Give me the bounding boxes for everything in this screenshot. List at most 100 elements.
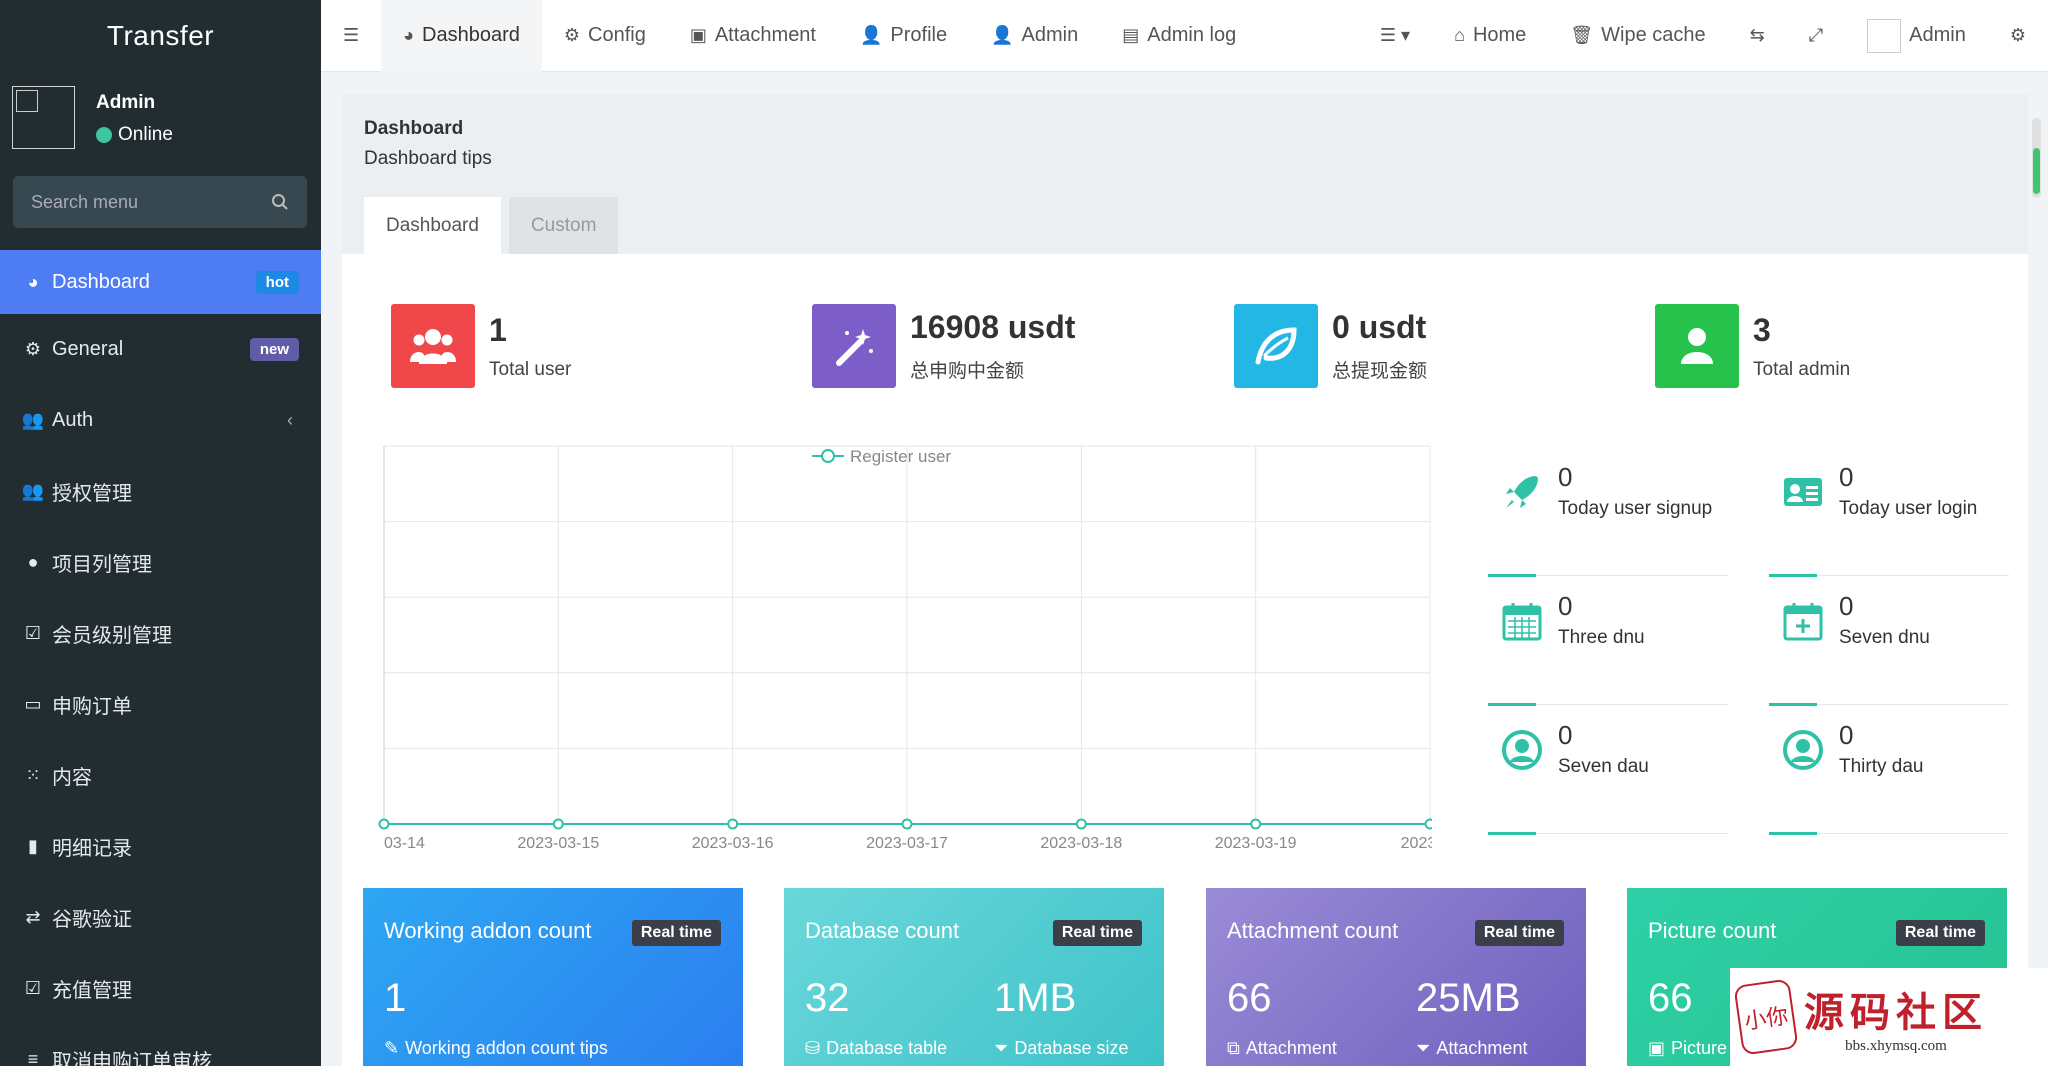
card-subtitle-2: ⏷ Database size [994,1038,1128,1059]
card-subtitle-2: ⏷ Attachment [1416,1038,1527,1059]
card-subtitle: ⧉ Attachment [1227,1038,1337,1059]
mini-stat-label: Today user signup [1558,498,1713,519]
mini-stat-seven-dau: 0 Seven dau [1488,704,1728,835]
tab-dashboard[interactable]: ◕ Dashboard [381,0,542,72]
tab-attachment[interactable]: ▣ Attachment [668,0,838,72]
data-point [1250,818,1262,830]
avatar [1867,18,1902,53]
data-point [378,818,390,830]
grid-icon: ⁙ [25,765,41,785]
home-link[interactable]: ⌂ Home [1432,0,1548,72]
mini-stat-value: 0 [1839,720,1854,750]
tab-admin-log[interactable]: ▤ Admin log [1100,0,1258,72]
realtime-badge: Real time [631,920,721,946]
dashboard-icon: ◕ [403,25,415,45]
database-icon: ⛁ [805,1038,821,1058]
user-circle-icon [1502,730,1542,770]
page-scrollbar[interactable] [2032,118,2041,198]
files-icon: ⧉ [1227,1038,1240,1058]
sidebar-item-label: 项目列管理 [52,554,152,576]
realtime-badge: Real time [1052,920,1142,946]
data-point [727,818,739,830]
tab-label: Attachment [714,24,816,46]
fullscreen-button[interactable]: ⤢ [1787,0,1845,72]
sidebar-item-member-levels[interactable]: ☑ 会员级别管理 [0,598,321,669]
leaf-icon [1234,304,1318,388]
tab-admin[interactable]: 👤 Admin [969,0,1100,72]
control-sidebar-button[interactable]: ⚙ [1988,0,2048,72]
wipe-cache-button[interactable]: 🗑 Wipe cache [1548,0,1727,72]
tab-custom-panel[interactable]: Custom [508,197,619,254]
search-icon[interactable] [271,193,289,211]
sidebar-item-recharge[interactable]: ☑ 充值管理 [0,953,321,1024]
sidebar-item-general[interactable]: ⚙ General new [0,314,321,385]
card-subtitle-label: Working addon count tips [405,1038,608,1058]
sidebar-item-purchase-orders[interactable]: ▭ 申购订单 [0,669,321,740]
list-icon: ≡ [27,1049,39,1066]
mini-stat-value: 0 [1839,591,1854,621]
circle-icon: ● [27,552,39,572]
cogs-icon: ⚙ [2009,25,2026,45]
x-tick-label: 2023-03-17 [866,835,948,852]
tab-dashboard-panel[interactable]: Dashboard [364,197,501,254]
user-menu[interactable]: Admin [1845,0,1988,72]
mini-stat-label: Thirty dau [1839,756,1924,777]
mini-stat-today-signup: 0 Today user signup [1488,446,1728,577]
stat-value: 16908 usdt [910,309,1076,345]
filter-icon: ⏷ [1416,1038,1431,1058]
card-subtitle: ▣ Picture [1648,1038,1727,1059]
mini-stat-label: Today user login [1839,498,1978,519]
tab-config[interactable]: ⚙ Config [542,0,668,72]
sidebar-item-content[interactable]: ⁙ 内容 [0,740,321,811]
exchange-icon: ⇄ [25,907,41,927]
home-icon: ⌂ [1454,25,1465,45]
dashboard-icon: ◕ [27,271,39,292]
language-icon: ⇆ [1749,25,1765,45]
line-chart: 03-14 2023-03-15 2023-03-16 2023-03-17 2023-… [378,445,1432,852]
x-tick-label: 2023-03-19 [1215,835,1297,852]
credit-card-icon: ▭ [24,694,42,714]
card-value-2: 1MB [994,976,1077,1020]
mini-stat-value: 0 [1558,720,1573,750]
data-point [552,818,564,830]
wipe-cache-label: Wipe cache [1601,24,1706,46]
brand-logo[interactable]: Transfer [0,0,321,72]
sidebar-item-auth[interactable]: 👥 Auth ‹ [0,385,321,456]
sidebar-item-label: Dashboard [52,270,150,293]
sidebar-item-projects[interactable]: ● 项目列管理 [0,527,321,598]
list-alt-icon: ▤ [1122,25,1140,45]
calendar-check-icon: ☑ [24,978,42,998]
sidebar-item-label: 谷歌验证 [52,909,132,931]
list-icon: ☰ ▾ [1379,25,1411,45]
tab-profile[interactable]: 👤 Profile [838,0,969,72]
vcard-icon [1784,478,1822,506]
tab-label: Admin [1021,24,1079,46]
stat-total-user: 1 Total user [391,304,571,388]
sidebar-item-label: 授权管理 [52,483,132,505]
card-subtitle: ✎ Working addon count tips [384,1038,608,1059]
stat-label: 总申购中金额 [910,361,1025,382]
admin-label: Admin [1909,24,1966,46]
sidebar-item-google-auth[interactable]: ⇄ 谷歌验证 [0,882,321,953]
more-tabs-dropdown[interactable]: ☰ ▾ [1358,0,1432,72]
data-point [1075,818,1087,830]
sidebar-item-cancel-orders[interactable]: ≡ 取消申购订单审核 [0,1024,321,1066]
stat-label: Total admin [1753,358,1851,380]
cog-icon: ⚙ [563,25,580,45]
sidebar-item-authorization[interactable]: 👥 授权管理 [0,456,321,527]
x-tick-label: 2023-03-18 [1040,835,1122,852]
sidebar-toggle-button[interactable]: ☰ [321,0,381,72]
online-dot-icon [96,127,112,143]
sidebar-item-dashboard[interactable]: ◕ Dashboard hot [0,250,321,314]
sidebar-item-records[interactable]: ▮ 明细记录 [0,811,321,882]
magic-icon [812,304,896,388]
language-button[interactable]: ⇆ [1728,0,1787,72]
stat-value: 1 [489,311,507,348]
mini-stat-label: Three dnu [1558,627,1645,648]
users-icon [391,304,475,388]
card-subtitle-label: Database size [1014,1038,1129,1058]
card-value: 66 [1648,976,1693,1020]
sidebar-item-label: 明细记录 [52,838,132,860]
mini-stat-three-dnu: 0 Three dnu [1488,575,1728,706]
search-menu-input[interactable]: Search menu [13,176,307,228]
